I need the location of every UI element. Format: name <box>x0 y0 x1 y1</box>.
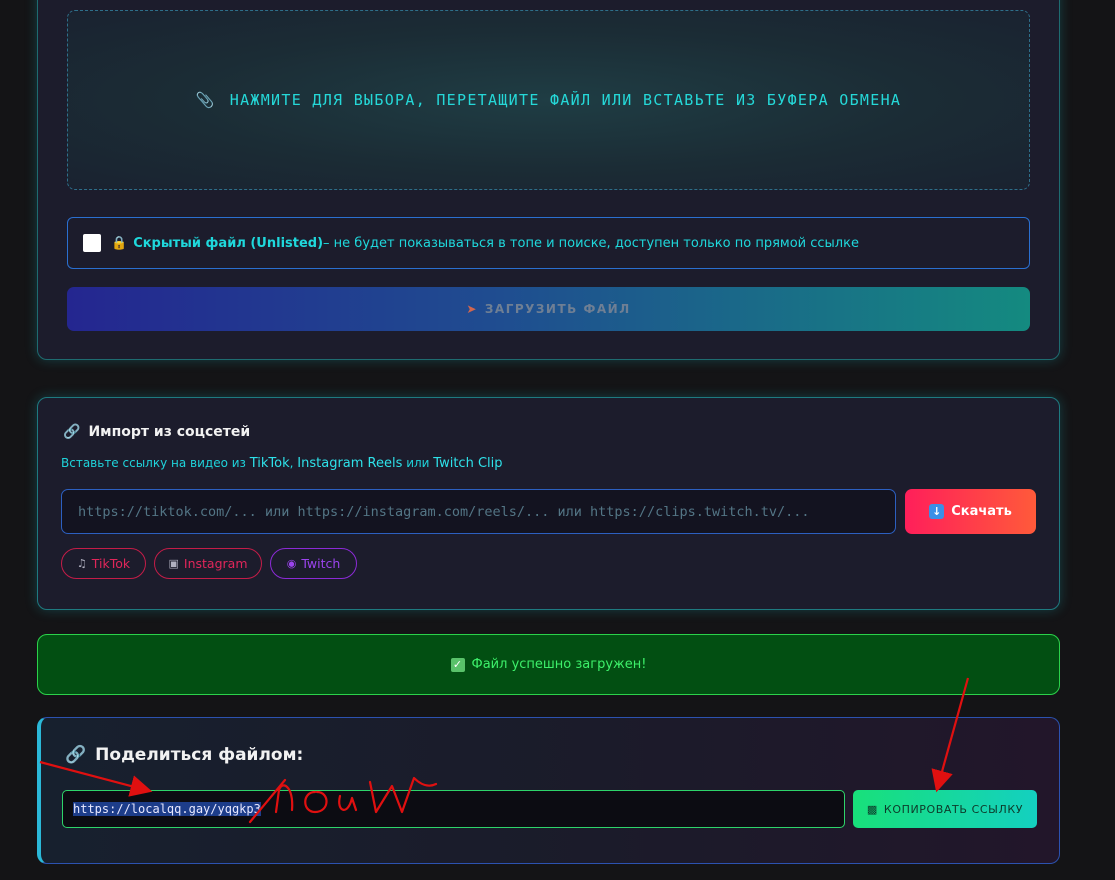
link-icon: 🔗 <box>65 745 87 765</box>
copy-link-button[interactable]: ▩ КОПИРОВАТЬ ССЫЛКУ <box>853 790 1037 828</box>
file-dropzone[interactable]: 📎 НАЖМИТЕ ДЛЯ ВЫБОРА, ПЕРЕТАЩИТЕ ФАЙЛ ИЛ… <box>67 10 1030 190</box>
share-panel: 🔗 Поделиться файлом: https://localqq.gay/… <box>37 717 1060 864</box>
success-message-panel: ✓ Файл успешно загружен! <box>37 634 1060 695</box>
lock-icon: 🔒 <box>111 235 128 251</box>
subtitle-twitch: Twitch Clip <box>433 456 503 471</box>
unlisted-option: 🔒 Скрытый файл (Unlisted) – не будет пок… <box>67 217 1030 269</box>
upload-button-label: ЗАГРУЗИТЬ ФАЙЛ <box>484 302 631 316</box>
download-button[interactable]: ↓ Скачать <box>905 489 1036 534</box>
subtitle-tiktok: TikTok <box>249 456 290 471</box>
upload-panel: 📎 НАЖМИТЕ ДЛЯ ВЫБОРА, ПЕРЕТАЩИТЕ ФАЙЛ ИЛ… <box>37 0 1060 360</box>
link-icon: 🔗 <box>63 424 81 440</box>
download-arrow-icon: ↓ <box>929 504 945 519</box>
unlisted-checkbox[interactable] <box>83 234 101 252</box>
upload-file-button[interactable]: ➤ ЗАГРУЗИТЬ ФАЙЛ <box>67 287 1030 331</box>
subtitle-instagram: Instagram Reels <box>297 456 403 471</box>
platform-label: Twitch <box>301 556 341 571</box>
music-note-icon: ♫ <box>76 557 87 570</box>
share-title: 🔗 Поделиться файлом: <box>65 745 303 765</box>
rocket-icon: ➤ <box>466 302 478 316</box>
platform-label: Instagram <box>183 556 248 571</box>
share-url-text: https://localqq.gay/yqgkp3 <box>73 802 261 816</box>
success-message: Файл успешно загружен! <box>471 657 647 672</box>
download-button-label: Скачать <box>951 504 1012 519</box>
subtitle-separator: или <box>402 456 434 470</box>
video-url-input[interactable] <box>61 489 896 534</box>
platform-pill-tiktok[interactable]: ♫ TikTok <box>61 548 146 579</box>
unlisted-description: – не будет показываться в топе и поиске,… <box>323 235 859 251</box>
social-import-panel: 🔗 Импорт из соцсетей Вставьте ссылку на в… <box>37 397 1060 610</box>
paperclip-icon: 📎 <box>195 91 216 109</box>
dropzone-text: НАЖМИТЕ ДЛЯ ВЫБОРА, ПЕРЕТАЩИТЕ ФАЙЛ ИЛИ … <box>229 91 902 109</box>
gamepad-icon: ◉ <box>286 557 297 570</box>
checkmark-icon: ✓ <box>450 657 465 672</box>
platform-label: TikTok <box>91 556 131 571</box>
share-url-field[interactable]: https://localqq.gay/yqgkp3 <box>62 790 845 828</box>
unlisted-title: Скрытый файл (Unlisted) <box>133 235 324 251</box>
platform-pill-instagram[interactable]: ▣ Instagram <box>154 548 262 579</box>
platform-pill-twitch[interactable]: ◉ Twitch <box>270 548 357 579</box>
share-title-text: Поделиться файлом: <box>95 745 304 765</box>
import-title-text: Импорт из соцсетей <box>88 424 251 440</box>
import-title: 🔗 Импорт из соцсетей <box>63 424 250 440</box>
clipboard-icon: ▩ <box>866 802 878 816</box>
copy-button-label: КОПИРОВАТЬ ССЫЛКУ <box>883 802 1024 816</box>
import-subtitle: Вставьте ссылку на видео из TikTok, Inst… <box>61 456 503 471</box>
subtitle-prefix: Вставьте ссылку на видео из <box>61 456 250 470</box>
camera-icon: ▣ <box>168 557 179 570</box>
